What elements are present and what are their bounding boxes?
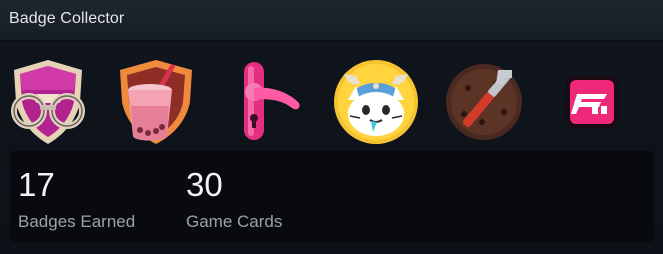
handcuffs-shield-badge-icon[interactable]	[2, 56, 94, 148]
badges-earned-value: 17	[18, 166, 55, 203]
game-cards-value: 30	[186, 166, 223, 203]
widget-title[interactable]: Badge Collector	[9, 10, 124, 28]
game-cards-stat[interactable]: 30 Game Cards	[178, 151, 338, 242]
cookie-wrench-badge-icon[interactable]	[438, 56, 530, 148]
game-cards-label: Game Cards	[186, 212, 283, 231]
widget-header: Badge Collector	[0, 0, 663, 41]
badge-row	[0, 56, 663, 146]
badges-earned-label: Badges Earned	[18, 212, 136, 231]
forza-horizon-badge-icon[interactable]	[546, 56, 638, 148]
bubble-tea-shield-badge-icon[interactable]	[110, 56, 202, 148]
badges-earned-stat[interactable]: 17 Badges Earned	[10, 151, 170, 242]
door-handle-badge-icon[interactable]	[222, 56, 314, 148]
badge-collector-widget: Badge Collector 17 Badges Earned 30 Game…	[0, 0, 663, 254]
viking-cat-badge-icon[interactable]	[330, 56, 422, 148]
stats-panel: 17 Badges Earned 30 Game Cards	[10, 151, 654, 242]
